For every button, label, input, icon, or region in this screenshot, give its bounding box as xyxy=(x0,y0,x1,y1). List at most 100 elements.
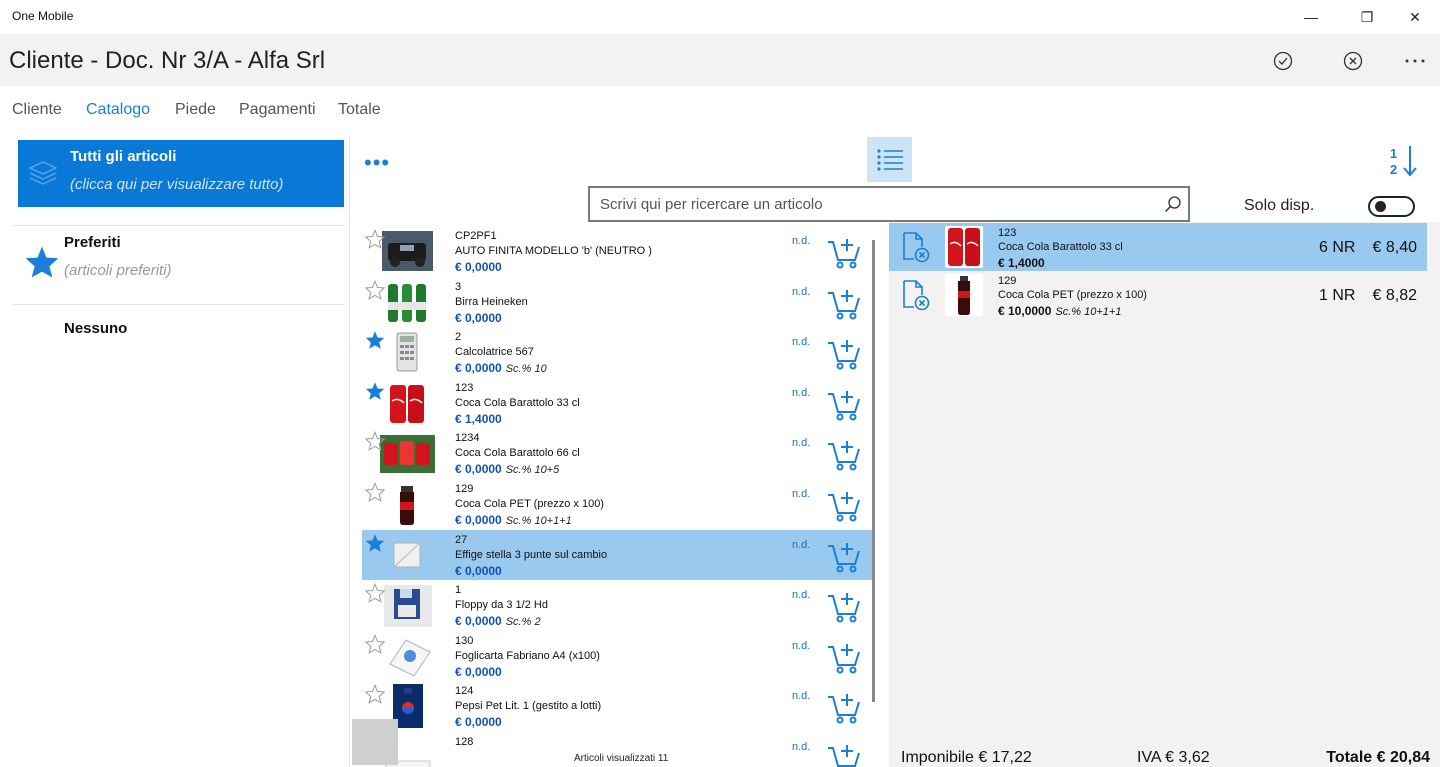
article-row[interactable]: 3 Birra Heineken € 0,0000 n.d. xyxy=(362,277,874,327)
favorite-toggle[interactable] xyxy=(364,279,386,300)
line-amount: € 8,82 xyxy=(1372,287,1417,304)
category-all[interactable]: Tutti gli articoli (clicca qui per visua… xyxy=(18,140,344,207)
tab-catalogo[interactable]: Catalogo xyxy=(86,101,150,119)
line-description: Coca Cola PET (prezzo x 100) xyxy=(998,289,1147,301)
document-lines-panel: 123 Coca Cola Barattolo 33 cl € 1,4000 6 NR… xyxy=(889,222,1440,767)
category-name: Tutti gli articoli xyxy=(70,148,177,165)
favorite-star-icon xyxy=(365,382,385,400)
add-to-cart-icon[interactable] xyxy=(826,641,862,675)
add-to-cart-icon[interactable] xyxy=(826,438,862,472)
page-title: Cliente - Doc. Nr 3/A - Alfa Srl xyxy=(9,47,326,74)
article-price: € 0,0000 xyxy=(455,260,502,274)
availability-label: n.d. xyxy=(792,437,811,450)
article-description: Floppy da 3 1/2 Hd xyxy=(455,599,548,612)
add-to-cart-icon[interactable] xyxy=(826,236,862,270)
add-to-cart-icon[interactable] xyxy=(826,691,862,725)
restore-button[interactable]: ❐ xyxy=(1344,0,1390,34)
list-scrollbar[interactable] xyxy=(872,240,875,702)
category-favorites[interactable]: Preferiti (articoli preferiti) xyxy=(12,228,345,302)
add-to-cart-icon[interactable] xyxy=(826,590,862,624)
app-title: One Mobile xyxy=(12,9,74,23)
document-line[interactable]: 129 Coca Cola PET (prezzo x 100) € 10,0000… xyxy=(889,271,1427,319)
article-row[interactable]: 2 Calcolatrice 567 € 0,0000 Sc.% 10 n.d. xyxy=(362,327,874,377)
category-none[interactable]: Nessuno xyxy=(12,314,345,354)
add-to-cart-icon[interactable] xyxy=(826,742,862,767)
article-description: Birra Heineken xyxy=(455,295,528,308)
favorite-toggle[interactable] xyxy=(364,431,386,452)
line-quantity: 1 NR xyxy=(1319,287,1356,304)
article-price: € 0,0000 xyxy=(455,513,502,527)
star-outline-icon xyxy=(364,583,386,603)
article-price: € 0,0000 xyxy=(455,310,502,325)
article-row[interactable]: CP2PF1 AUTO FINITA MODELLO 'b' (NEUTRO ) €… xyxy=(362,226,874,276)
article-description: Calcolatrice 567 xyxy=(455,346,534,359)
favorite-toggle[interactable] xyxy=(364,583,386,603)
layers-icon xyxy=(28,161,58,185)
article-code: 128 xyxy=(455,736,474,748)
article-row[interactable]: 27 Effige stella 3 punte sul cambio € 0,00… xyxy=(362,529,874,580)
availability-label: n.d. xyxy=(792,589,811,602)
favorite-toggle[interactable] xyxy=(365,381,385,401)
star-outline-icon xyxy=(364,481,386,502)
remove-line-icon[interactable] xyxy=(901,231,931,263)
list-view-button[interactable] xyxy=(867,137,912,182)
sort-button[interactable]: 12 xyxy=(1388,144,1420,178)
article-thumbnail xyxy=(380,431,435,475)
solo-disp-toggle[interactable] xyxy=(1368,196,1415,217)
favorite-toggle[interactable] xyxy=(364,228,386,249)
cancel-button[interactable] xyxy=(1338,46,1368,76)
search-icon[interactable] xyxy=(1164,195,1182,213)
add-to-cart-icon[interactable] xyxy=(826,388,862,422)
more-actions-button[interactable]: ••• xyxy=(364,150,390,176)
line-price: € 1,4000 xyxy=(998,256,1045,270)
totals-bar: Imponibile € 17,22 IVA € 3,62 Totale € 2… xyxy=(889,746,1440,767)
article-price-line: € 0,0000 Sc.% 2 xyxy=(455,614,541,628)
article-row[interactable]: 1 Floppy da 3 1/2 Hd € 0,0000 Sc.% 2 n.d. xyxy=(362,580,874,630)
tab-cliente[interactable]: Cliente xyxy=(12,101,62,119)
page-header: Cliente - Doc. Nr 3/A - Alfa Srl xyxy=(0,34,1440,86)
document-line[interactable]: 123 Coca Cola Barattolo 33 cl € 1,4000 6 NR… xyxy=(889,223,1427,271)
add-to-cart-icon[interactable] xyxy=(826,287,862,321)
confirm-button[interactable] xyxy=(1268,46,1298,76)
close-window-button[interactable]: ✕ xyxy=(1392,0,1438,34)
article-price: € 0,0000 xyxy=(455,361,502,376)
search-input[interactable] xyxy=(590,188,1150,220)
minimize-button[interactable]: — xyxy=(1288,0,1334,34)
more-options-button[interactable] xyxy=(1400,46,1430,76)
favorite-toggle[interactable] xyxy=(364,481,386,502)
tab-piede[interactable]: Piede xyxy=(175,101,216,119)
remove-line-icon[interactable] xyxy=(901,279,931,311)
grand-total: Totale € 20,84 xyxy=(1326,749,1430,766)
article-row[interactable]: 129 Coca Cola PET (prezzo x 100) € 0,0000 S… xyxy=(362,479,874,529)
add-to-cart-icon[interactable] xyxy=(826,337,862,371)
article-row[interactable]: 1234 Coca Cola Barattolo 66 cl € 0,0000 Sc.… xyxy=(362,428,874,478)
article-code: 3 xyxy=(455,280,462,293)
category-name: Preferiti xyxy=(64,234,121,251)
article-price-line: € 0,0000 xyxy=(455,260,502,274)
article-row[interactable]: 124 Pepsi Pet Lit. 1 (gestito a lotti) € 0… xyxy=(362,681,874,731)
add-to-cart-icon[interactable] xyxy=(826,489,862,523)
article-code: CP2PF1 xyxy=(455,230,497,242)
star-outline-icon xyxy=(364,431,386,452)
favorite-toggle[interactable] xyxy=(365,533,385,553)
favorite-toggle[interactable] xyxy=(364,684,386,705)
article-price-line: € 0,0000 Sc.% 10+1+1 xyxy=(455,513,572,527)
article-thumbnail xyxy=(380,583,435,628)
article-code: 123 xyxy=(455,381,474,394)
tab-totale[interactable]: Totale xyxy=(338,101,381,119)
article-discount: Sc.% 10 xyxy=(505,363,547,376)
tab-pagamenti[interactable]: Pagamenti xyxy=(239,101,316,119)
article-row[interactable]: 130 Foglicarta Fabriano A4 (x100) € 0,0000… xyxy=(362,631,874,681)
article-description: Coca Cola Barattolo 33 cl xyxy=(455,396,580,409)
line-quantity: 6 NR xyxy=(1319,239,1356,256)
tab-bar: Cliente Catalogo Piede Pagamenti Totale xyxy=(0,86,1440,136)
article-price: € 0,0000 xyxy=(455,664,502,679)
article-row[interactable]: 123 Coca Cola Barattolo 33 cl € 1,4000 n.d. xyxy=(362,378,874,428)
add-to-cart-icon[interactable] xyxy=(826,540,862,574)
close-circle-icon xyxy=(1343,51,1363,71)
star-outline-icon xyxy=(364,684,386,705)
article-description: Coca Cola PET (prezzo x 100) xyxy=(455,498,604,510)
favorite-toggle[interactable] xyxy=(365,330,385,350)
favorite-toggle[interactable] xyxy=(364,633,386,654)
line-amount: € 8,40 xyxy=(1372,239,1417,256)
